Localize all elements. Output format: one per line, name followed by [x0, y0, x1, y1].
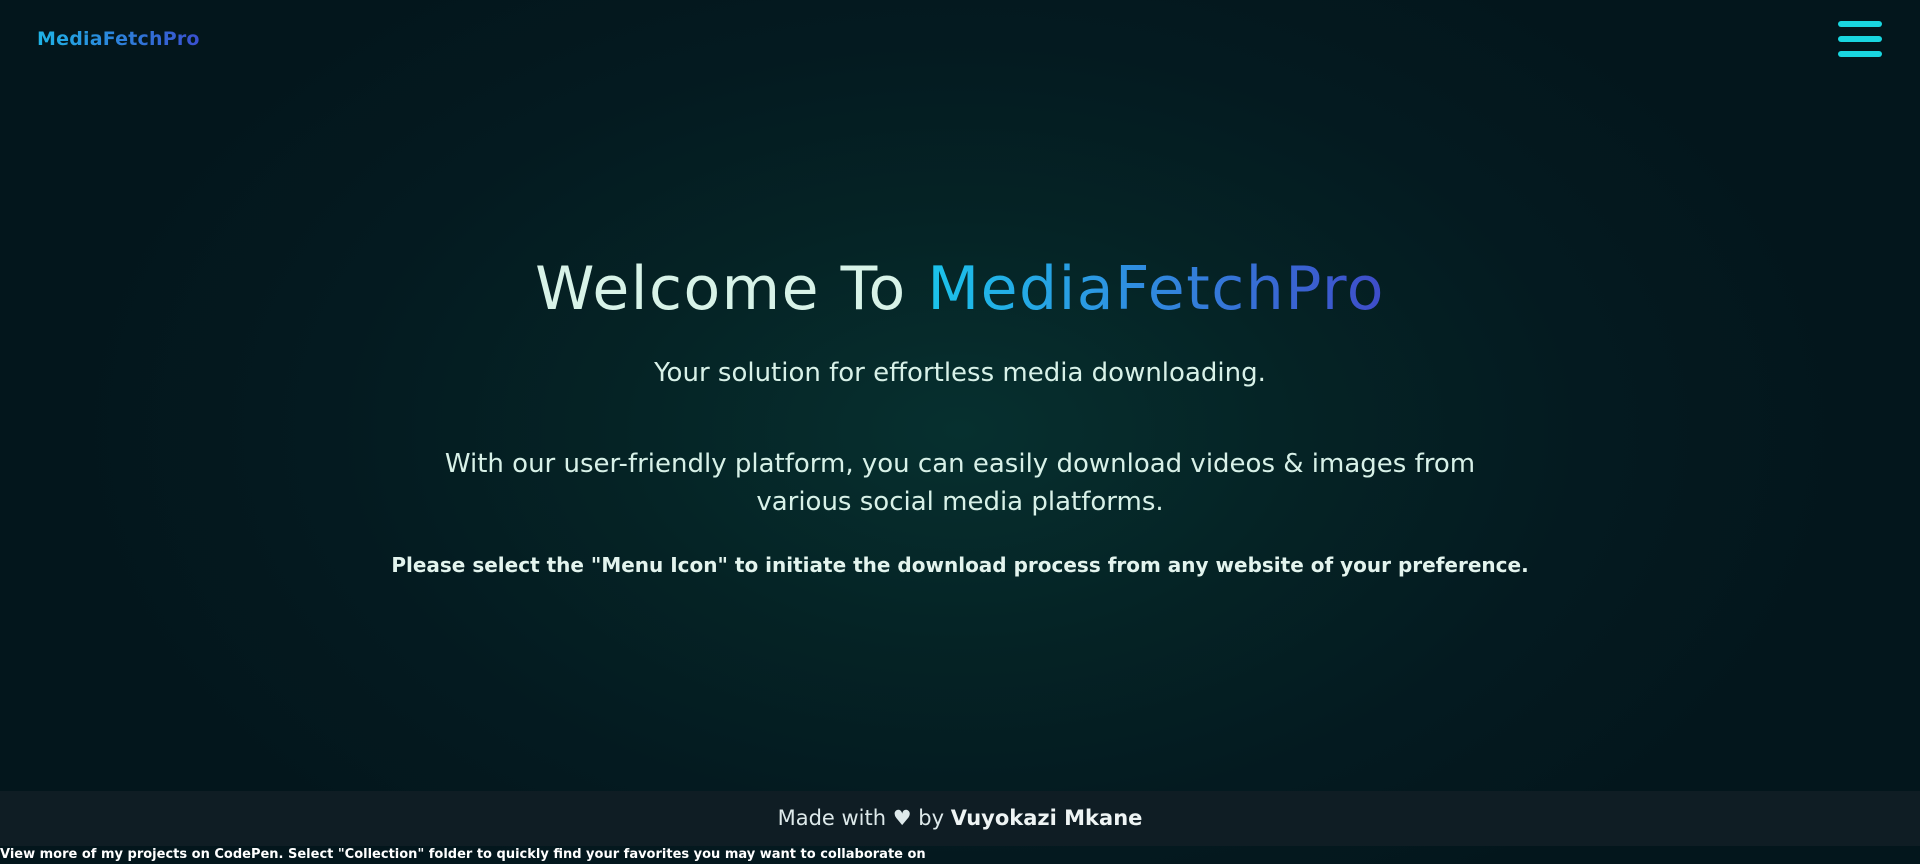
welcome-heading-prefix: Welcome To	[535, 254, 928, 324]
footer-credit-bar: Made with ♥ by Vuyokazi Mkane	[0, 791, 1920, 846]
top-navigation-bar: MediaFetchPro	[0, 0, 1920, 84]
made-with-text: Made with	[777, 806, 887, 830]
menu-instruction: Please select the "Menu Icon" to initiat…	[391, 553, 1529, 577]
menu-bar-top	[1838, 21, 1882, 27]
welcome-heading: Welcome To MediaFetchPro	[0, 250, 1920, 328]
platform-description: With our user-friendly platform, you can…	[444, 449, 1476, 517]
brand-logo-text[interactable]: MediaFetchPro	[37, 28, 200, 50]
tagline: Your solution for effortless media downl…	[654, 358, 1266, 388]
hamburger-menu-icon[interactable]	[1836, 20, 1884, 62]
hero-section: Welcome To MediaFetchPro Your solution f…	[0, 250, 1920, 577]
menu-bar-middle	[1838, 36, 1882, 42]
by-text: by	[918, 806, 945, 830]
codepen-collection-link[interactable]: View more of my projects on CodePen. Sel…	[0, 847, 926, 862]
codepen-collection-link-bar: View more of my projects on CodePen. Sel…	[0, 846, 1920, 864]
heart-icon: ♥	[892, 806, 912, 830]
menu-bar-bottom	[1838, 51, 1882, 57]
welcome-heading-brand: MediaFetchPro	[927, 254, 1385, 324]
author-name: Vuyokazi Mkane	[950, 806, 1143, 830]
